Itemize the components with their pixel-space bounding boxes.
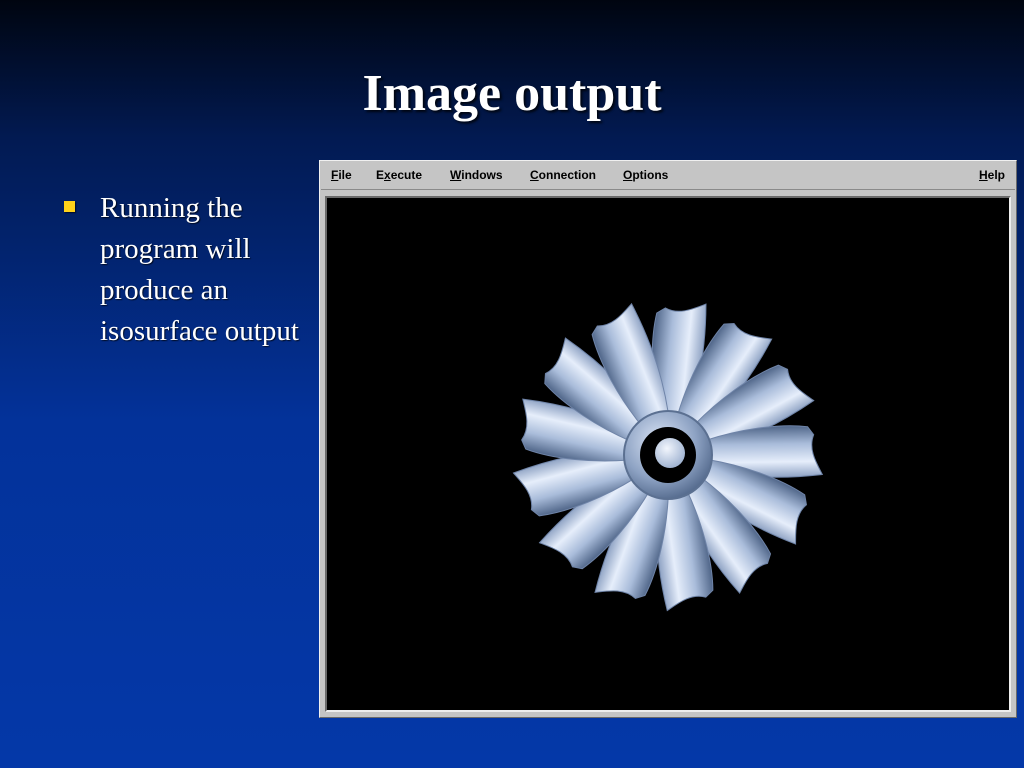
menu-windows[interactable]: Windows [450, 168, 503, 182]
menu-connection[interactable]: Connection [530, 168, 596, 182]
menu-windows-mnemonic: W [450, 168, 462, 182]
menu-connection-label: onnection [538, 168, 596, 182]
menu-connection-mnemonic: C [530, 168, 539, 182]
menu-execute-label: ecute [390, 168, 423, 182]
menu-options-label: ptions [632, 168, 669, 182]
bullet-item-text: Running the program will produce an isos… [100, 192, 299, 347]
menu-bar: File Execute Windows Connection Options … [321, 162, 1015, 190]
bullet-square-icon [64, 201, 75, 212]
menu-execute-label-start: E [376, 168, 385, 182]
fan-hub-cap [655, 438, 685, 468]
visualization-app-window: File Execute Windows Connection Options … [319, 160, 1017, 718]
fan-impeller-group [512, 302, 824, 612]
slide-title: Image output [362, 65, 662, 122]
menu-file[interactable]: File [331, 168, 352, 182]
isosurface-render [512, 302, 824, 612]
menu-help[interactable]: Help [979, 168, 1005, 182]
menu-windows-label: indows [461, 168, 503, 182]
menu-file-label: ile [338, 168, 352, 182]
render-viewport[interactable] [325, 196, 1011, 712]
menu-help-mnemonic: H [979, 168, 988, 182]
menu-help-label: elp [987, 168, 1006, 182]
menu-execute-mnemonic: x [384, 168, 391, 182]
menu-options[interactable]: Options [623, 168, 668, 182]
menu-execute[interactable]: Execute [376, 168, 422, 182]
menu-options-mnemonic: O [623, 168, 633, 182]
